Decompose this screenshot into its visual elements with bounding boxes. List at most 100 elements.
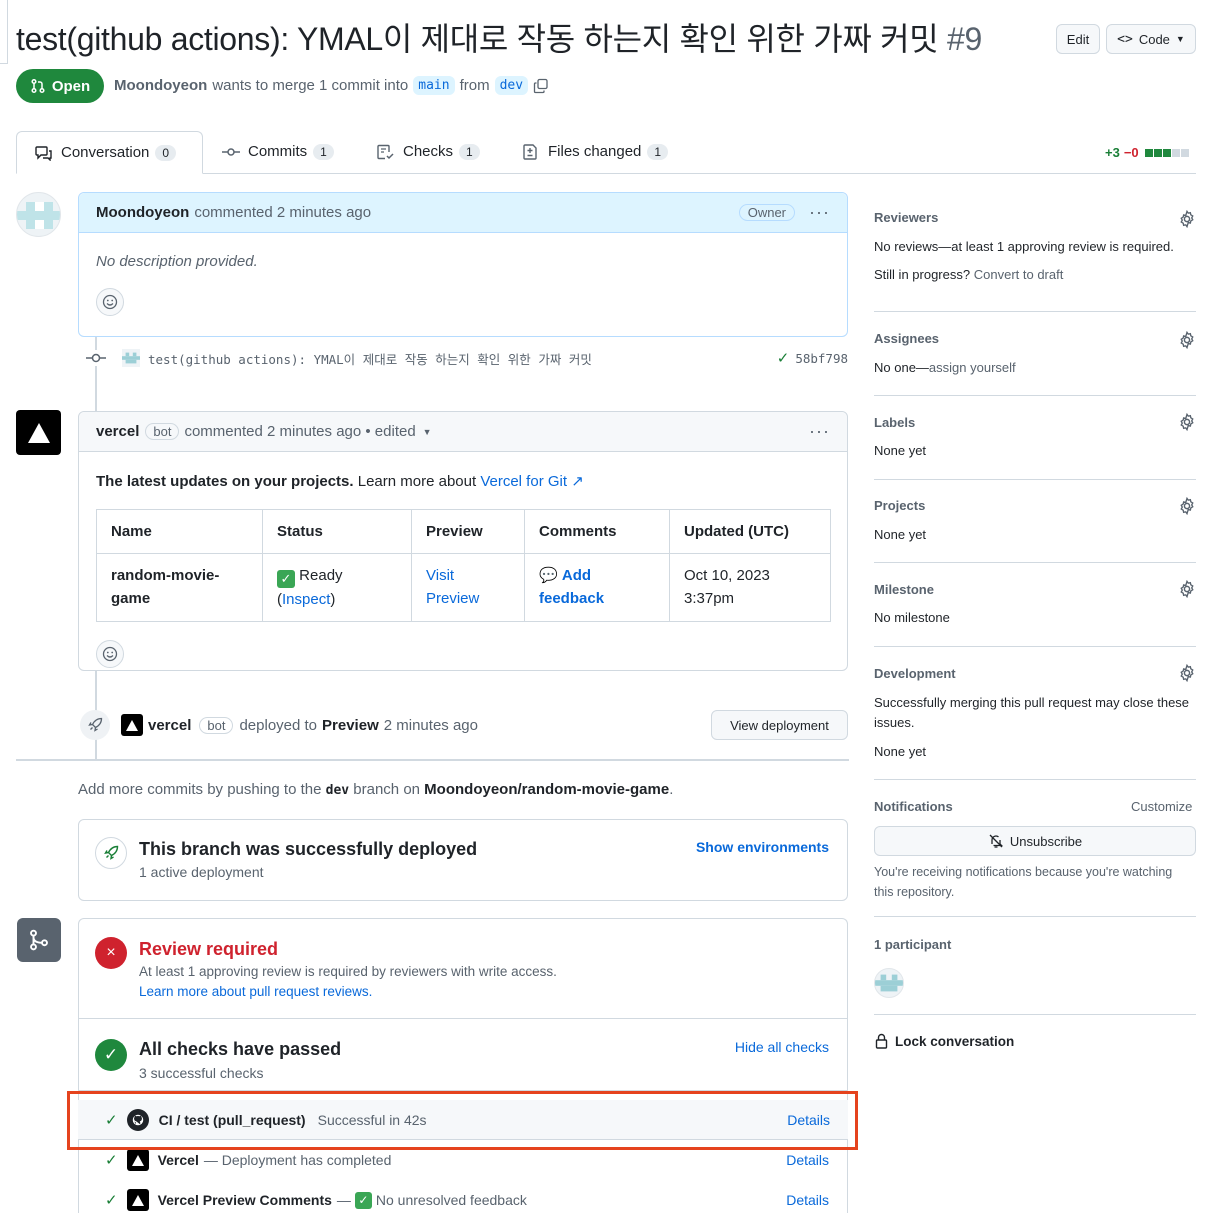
more-options-icon[interactable]: ···	[809, 202, 830, 223]
projects-heading[interactable]: Projects	[874, 498, 925, 513]
deployed-title: This branch was successfully deployed	[139, 839, 478, 859]
table-header: Comments	[524, 509, 670, 554]
comment-author[interactable]: Moondoyeon	[96, 204, 189, 221]
customize-link[interactable]: Customize	[1131, 799, 1192, 814]
learn-more-reviews-link[interactable]: Learn more about pull request reviews.	[139, 984, 372, 999]
vercel-logo-icon	[126, 1149, 149, 1171]
vercel-for-git-link[interactable]: Vercel for Git ↗	[480, 473, 583, 490]
vercel-logo-icon	[27, 422, 50, 443]
commit-icon	[222, 147, 240, 156]
identicon-icon	[875, 974, 903, 992]
sidebar-divider	[874, 1014, 1196, 1015]
hide-all-checks-link[interactable]: Hide all checks	[735, 1039, 829, 1055]
lock-conversation-link[interactable]: Lock conversation	[874, 1033, 1014, 1049]
code-button[interactable]: <> Code ▼	[1106, 24, 1196, 54]
gear-icon[interactable]	[1178, 497, 1196, 515]
commit-message[interactable]: test(github actions): YMAL이 제대로 작동 하는지 확…	[148, 349, 592, 368]
details-link[interactable]: Details	[786, 1152, 829, 1168]
tab-files-changed[interactable]: Files changed 1	[522, 143, 669, 160]
deployed-sub: 1 active deployment	[139, 864, 264, 880]
details-link[interactable]: Details	[786, 1192, 829, 1208]
rocket-icon	[80, 710, 110, 740]
notification-reason: You're receiving notifications because y…	[874, 865, 1173, 899]
more-options-icon[interactable]: ···	[809, 421, 830, 442]
review-sub: At least 1 approving review is required …	[139, 964, 557, 979]
gear-icon[interactable]	[1178, 664, 1196, 682]
view-deployment-button[interactable]: View deployment	[711, 710, 848, 740]
checks-title: All checks have passed	[139, 1039, 342, 1059]
draft-prompt: Still in progress? Convert to draft	[874, 267, 1064, 282]
pr-title: test(github actions): YMAL이 제대로 작동 하는지 확…	[16, 21, 939, 57]
gear-icon[interactable]	[1178, 331, 1196, 349]
avatar-vercel[interactable]	[16, 410, 61, 455]
base-branch[interactable]: main	[413, 76, 455, 95]
add-reaction-button[interactable]	[96, 288, 124, 316]
gear-icon[interactable]	[1178, 210, 1196, 228]
convert-to-draft-link[interactable]: Convert to draft	[974, 267, 1064, 282]
unsubscribe-button[interactable]: Unsubscribe	[874, 826, 1196, 856]
head-branch[interactable]: dev	[494, 76, 529, 95]
check-name: Vercel	[157, 1152, 199, 1168]
gear-icon[interactable]	[1178, 580, 1196, 598]
table-row: random-movie-game ✓ Ready (Inspect) Visi…	[96, 553, 831, 622]
tab-checks[interactable]: Checks 1	[377, 143, 480, 160]
rocket-icon	[95, 837, 127, 869]
push-hint: Add more commits by pushing to the dev b…	[78, 781, 674, 798]
sidebar-divider	[874, 646, 1196, 647]
merge-summary: Moondoyeon wants to merge 1 commit into …	[114, 76, 549, 95]
checks-section: ✓ All checks have passed 3 successful ch…	[79, 1019, 847, 1091]
visit-preview-link[interactable]: Visit Preview	[426, 567, 479, 607]
updated-cell: Oct 10, 2023 3:37pm	[669, 553, 831, 622]
assignees-heading[interactable]: Assignees	[874, 331, 939, 346]
gear-icon[interactable]	[1178, 413, 1196, 431]
copy-icon[interactable]	[533, 78, 549, 94]
code-icon: <>	[1117, 31, 1133, 47]
green-check-box-icon: ✓	[354, 1191, 372, 1209]
deploy-author[interactable]: vercel	[148, 717, 191, 734]
tab-conversation[interactable]: Conversation 0	[16, 131, 203, 174]
comment-header: vercel bot commented 2 minutes ago • edi…	[79, 412, 847, 452]
show-environments-link[interactable]: Show environments	[696, 839, 829, 855]
comment-author[interactable]: vercel	[96, 423, 139, 440]
green-check-box-icon: ✓	[277, 570, 295, 588]
labels-heading[interactable]: Labels	[874, 415, 915, 430]
vercel-logo-icon	[126, 1189, 149, 1211]
sidebar-divider	[874, 779, 1196, 780]
checks-sub: 3 successful checks	[139, 1065, 264, 1081]
comment-header: Moondoyeon commented 2 minutes ago Owner…	[79, 193, 847, 233]
pr-number: #9	[947, 21, 983, 57]
sidebar-divider	[874, 395, 1196, 396]
commit-author-avatar[interactable]	[122, 349, 140, 367]
commit-icon	[86, 350, 106, 366]
edit-title-button[interactable]: Edit	[1056, 24, 1100, 54]
check-desc: — Deployment has completed	[203, 1152, 392, 1168]
review-title: Review required	[139, 939, 279, 959]
development-heading[interactable]: Development	[874, 666, 956, 681]
repo-link[interactable]: Moondoyeon/random-movie-game	[424, 781, 669, 798]
check-row-vercel-preview-comments[interactable]: ✓ Vercel Preview Comments — ✓ No unresol…	[78, 1180, 848, 1213]
check-circle-icon: ✓	[95, 1039, 127, 1071]
reviewers-heading[interactable]: Reviewers	[874, 210, 938, 225]
bot-badge: bot	[199, 716, 234, 734]
table-header-row: Name Status Preview Comments Updated (UT…	[96, 509, 831, 554]
table-header: Status	[262, 509, 412, 554]
table-header: Preview	[411, 509, 525, 554]
check-desc: No unresolved feedback	[375, 1192, 527, 1208]
pr-author-link[interactable]: Moondoyeon	[114, 77, 207, 94]
status-cell: ✓ Ready (Inspect)	[262, 553, 412, 622]
assign-yourself-link[interactable]: assign yourself	[929, 360, 1016, 375]
add-reaction-button[interactable]	[96, 640, 124, 668]
check-icon: ✓	[105, 1152, 118, 1169]
check-icon: ✓	[776, 350, 790, 367]
sidebar-divider	[874, 311, 1196, 312]
caret-down-icon[interactable]: ▼	[423, 427, 432, 437]
avatar-moondoyeon[interactable]	[16, 192, 61, 237]
comment-body: No description provided.	[96, 253, 258, 270]
deploy-event: vercel bot deployed to Preview 2 minutes…	[80, 708, 848, 742]
sidebar-divider	[874, 562, 1196, 563]
inspect-link[interactable]: Inspect	[282, 591, 330, 608]
commit-sha[interactable]: 58bf798	[795, 351, 848, 366]
milestone-heading[interactable]: Milestone	[874, 582, 934, 597]
participant-avatar[interactable]	[874, 968, 904, 998]
tab-commits[interactable]: Commits 1	[222, 143, 334, 160]
